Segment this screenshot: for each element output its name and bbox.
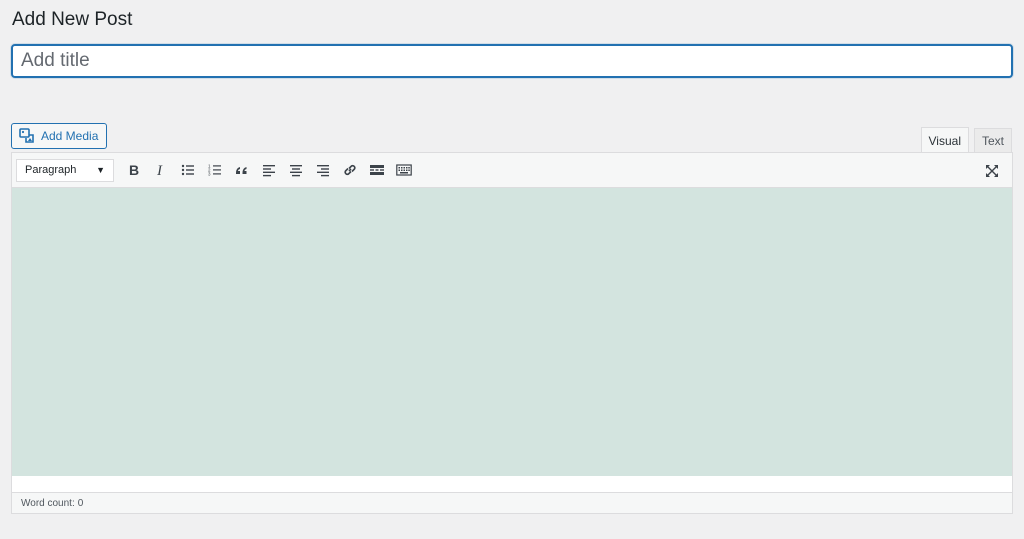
add-media-button[interactable]: Add Media: [11, 123, 108, 149]
bold-button[interactable]: B: [120, 157, 147, 184]
link-icon: [343, 164, 356, 176]
align-left-button[interactable]: [255, 157, 282, 184]
svg-text:3: 3: [208, 172, 211, 177]
format-select-value: Paragraph: [25, 164, 77, 176]
read-more-button[interactable]: [363, 157, 390, 184]
format-select[interactable]: Paragraph ▼: [16, 158, 114, 182]
content-editor-area[interactable]: [12, 188, 1012, 476]
svg-text:I: I: [156, 163, 163, 178]
blockquote-button[interactable]: [228, 157, 255, 184]
tab-text[interactable]: Text: [973, 128, 1012, 153]
add-media-label: Add Media: [41, 129, 99, 143]
post-title-input[interactable]: [11, 44, 1013, 78]
align-right-icon: [316, 165, 329, 177]
svg-text:B: B: [129, 162, 139, 178]
editor-tabs: Visual Text: [920, 127, 1012, 153]
italic-icon: I: [156, 163, 163, 178]
bulleted-list-button[interactable]: [174, 157, 201, 184]
numbered-list-button[interactable]: 1 2 3: [201, 157, 228, 184]
insert-link-button[interactable]: [336, 157, 363, 184]
word-count-value: 0: [77, 497, 84, 509]
bulleted-list-icon: [181, 164, 194, 176]
fullscreen-icon: [985, 164, 998, 177]
fullscreen-button[interactable]: [978, 157, 1005, 184]
read-more-icon: [369, 165, 384, 175]
editor-toolbar: Paragraph ▼ B I 1 2 3: [12, 153, 1012, 188]
numbered-list-icon: 1 2 3: [208, 164, 221, 177]
align-right-button[interactable]: [309, 157, 336, 184]
align-center-icon: [289, 165, 302, 177]
chevron-down-icon: ▼: [96, 165, 105, 175]
page-title: Add New Post: [12, 9, 133, 30]
content-editor: Paragraph ▼ B I 1 2 3 Word count: 0: [11, 152, 1013, 514]
add-media-icon: [19, 128, 35, 144]
toolbar-toggle-button[interactable]: [390, 157, 417, 184]
keyboard-icon: [395, 164, 412, 176]
align-left-icon: [262, 165, 275, 177]
bold-icon: B: [129, 162, 139, 178]
word-count-label: Word count:: [21, 497, 75, 509]
italic-button[interactable]: I: [147, 157, 174, 184]
tab-visual[interactable]: Visual: [920, 127, 969, 153]
status-bar: Word count: 0: [12, 492, 1012, 513]
align-center-button[interactable]: [282, 157, 309, 184]
blockquote-icon: [235, 167, 246, 174]
